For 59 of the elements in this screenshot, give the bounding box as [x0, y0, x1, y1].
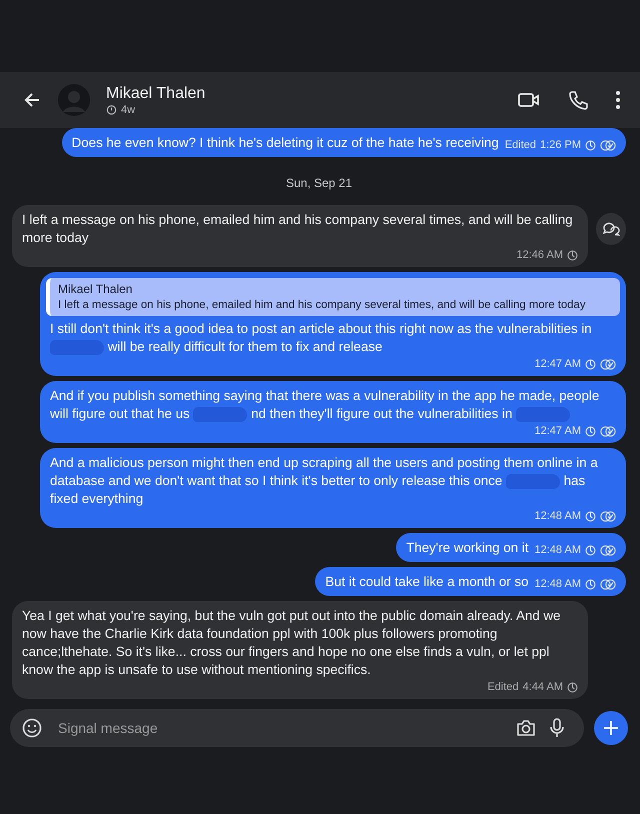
- message-time: 4:44 AM: [522, 680, 563, 694]
- message-bubble[interactable]: [12, 601, 588, 699]
- message-time: 12:47 AM: [534, 357, 581, 371]
- emoji-icon[interactable]: [22, 718, 42, 738]
- more-options-icon[interactable]: [616, 91, 620, 109]
- message-text: But it could take like a month or so: [325, 573, 529, 591]
- message-bubble[interactable]: [40, 448, 626, 528]
- delivered-icon: [600, 544, 616, 556]
- timer-icon: [585, 544, 596, 556]
- phone-icon[interactable]: [568, 90, 588, 110]
- message-bubble[interactable]: Does he even know? I think he's deleting it cuz of the hate he's receiving Edited 1:26 PM: [62, 128, 626, 157]
- contact-name: Mikael Thalen: [106, 84, 206, 102]
- message-bubble[interactable]: [40, 272, 626, 376]
- chat-button[interactable]: [596, 213, 626, 245]
- message-bubble[interactable]: I left a message on his phone, emailed him and his company several times, and will be calling more today 12:46 AM: [12, 205, 588, 267]
- disappearing-timer: 4w: [121, 104, 136, 116]
- delivered-icon: [600, 140, 616, 150]
- message-bubble[interactable]: But it could take like a month or so 12:48 AM: [315, 567, 626, 596]
- message-input[interactable]: Signal message: [56, 719, 502, 737]
- chat-bubbles-icon: [602, 221, 620, 237]
- delivered-icon: [600, 358, 616, 370]
- message-time: 12:48 AM: [534, 543, 581, 557]
- message-time: 1:26 PM: [540, 138, 581, 152]
- edited-label: Edited: [504, 138, 536, 152]
- attach-button[interactable]: [594, 711, 628, 745]
- message-text: They're working on it: [406, 539, 529, 557]
- timer-icon: [585, 358, 596, 370]
- microphone-icon[interactable]: [550, 718, 564, 738]
- plus-icon: [603, 720, 619, 736]
- delivered-icon: [600, 578, 616, 590]
- message-time: 12:46 AM: [516, 248, 563, 262]
- message-text: And a malicious person might then end up scraping all the users and posting them online in a database and we don't want that so I think it's better to only release this once has fixed everything: [50, 454, 599, 508]
- message-time: 12:48 AM: [534, 577, 581, 591]
- timer-icon: [585, 578, 596, 590]
- timer-icon: [585, 426, 596, 436]
- message-bubble[interactable]: They're working on it 12:48 AM: [396, 533, 626, 562]
- message-text: I still don't think it's a good idea to post an article about this right now as the vulnerabilities in will be really difficult for them to fix and release: [50, 320, 593, 356]
- quote-text: I left a message on his phone, emailed him and his company several times, and will be calling more today: [58, 298, 586, 312]
- message-field[interactable]: Signal message: [10, 709, 584, 747]
- timer-icon: [106, 104, 117, 115]
- timer-icon: [567, 682, 578, 692]
- delivered-icon: [600, 510, 616, 522]
- timer-icon: [567, 250, 578, 260]
- video-call-icon[interactable]: [518, 91, 540, 109]
- message-time: 12:48 AM: [534, 509, 581, 523]
- message-time: 12:47 AM: [534, 424, 581, 438]
- quote-author: Mikael Thalen: [58, 282, 134, 296]
- timer-icon: [585, 510, 596, 522]
- message-bubble[interactable]: And if you publish something saying that there was a vulnerability in the app he made, people will figure out that he us nd then they'll figure out the vulnerabilities in 12:47 AM: [40, 381, 626, 443]
- timer-icon: [585, 140, 596, 150]
- edited-label: Edited: [487, 680, 519, 694]
- delivered-icon: [600, 426, 616, 436]
- message-text: Yea I get what you're saying, but the vuln got put out into the public domain already. And we now have the Charlie Kirk data foundation ppl with 100k plus followers promoting cance;lthehate. So it's like... cross our fingers and hope no one else finds a vuln, or let ppl know the app is unsafe to use without mentioning specifics.: [22, 607, 562, 679]
- date-separator: Sun, Sep 21: [284, 176, 354, 190]
- message-text: Does he even know? I think he's deleting it cuz of the hate he's receiving: [72, 134, 499, 152]
- message-text: And if you publish something saying that there was a vulnerability in the app he made, people will figure out that he us nd then they'll figure out the vulnerabilities in: [50, 387, 600, 423]
- quoted-message[interactable]: Mikael Thalen I left a message on his phone, emailed him and his company several times, and will be calling more today: [46, 278, 620, 316]
- camera-icon[interactable]: [516, 719, 536, 737]
- message-text: I left a message on his phone, emailed him and his company several times, and will be calling more today: [22, 211, 574, 247]
